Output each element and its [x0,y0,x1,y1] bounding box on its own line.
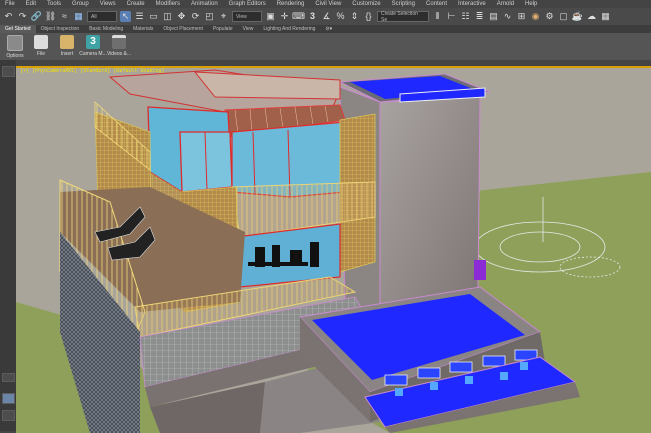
file-icon [34,35,48,49]
pivot-icon[interactable]: ▣ [265,11,276,22]
keyboard-shortcut-icon[interactable]: ⌨ [292,11,305,22]
options-label: Options [6,53,24,59]
expand-arrow-icon[interactable] [2,373,15,382]
ribbon-options-toggle-icon[interactable]: ⊙▾ [320,25,337,33]
ribbon-tabs: Get Started Object Inspection Basic Mode… [0,25,651,33]
menu-file[interactable]: File [0,0,21,8]
redo-icon[interactable]: ↷ [17,11,28,22]
edit-named-selection-icon[interactable]: {} [363,11,374,22]
place-icon[interactable]: ⌖ [218,11,229,22]
select-move-icon[interactable]: ✥ [176,11,187,22]
menu-rendering[interactable]: Rendering [272,0,311,8]
autodesk-a360-gallery-icon[interactable]: ▦ [600,11,611,22]
mirror-icon[interactable]: ⫴ [432,11,443,22]
menu-arnold[interactable]: Arnold [492,0,520,8]
main-toolbar: ↶ ↷ 🔗 ⛓ ≈ ▦ All ↖ ☰ ▭ ◫ ✥ ⟳ ◰ ⌖ View ▣ ✛… [0,8,651,25]
file-label: File [36,51,46,57]
selection-filter-value: All [91,13,97,20]
toggle-scene-explorer-icon[interactable]: ☷ [460,11,471,22]
ribbon-panel: Options File Insert 3 Camera M... Videos… [0,33,651,60]
named-selection-set-value: Create Selection Se [381,10,418,23]
window-crossing-icon[interactable]: ◫ [162,11,173,22]
material-editor-icon[interactable]: ◉ [530,11,541,22]
link-icon[interactable]: 🔗 [31,11,42,22]
selection-filter-icon[interactable]: ▦ [73,11,84,22]
camera-match-icon: 3 [86,35,100,49]
tab-lighting-and-rendering[interactable]: Lighting And Rendering [258,25,320,33]
selection-filter-dropdown[interactable]: All [87,11,117,22]
tab-get-started[interactable]: Get Started [0,25,36,33]
menu-graph-editors[interactable]: Graph Editors [224,0,272,8]
videos-label: Videos &... [106,51,132,57]
snaps-toggle-icon[interactable]: 3 [307,11,318,22]
film-clapper-icon [112,35,126,49]
perspective-viewport[interactable] [16,66,651,433]
menu-civil-view[interactable]: Civil View [310,0,347,8]
menu-help[interactable]: Help [520,0,543,8]
options-button[interactable]: Options [2,33,28,59]
angle-snap-icon[interactable]: ∡ [321,11,332,22]
reference-coordinate-value: View [236,13,247,20]
insert-icon [60,35,74,49]
scene-render [16,68,651,433]
tab-object-placement[interactable]: Object Placement [158,25,207,33]
insert-label: Insert [60,51,74,57]
named-selection-set-dropdown[interactable]: Create Selection Se [377,10,429,23]
manipulate-icon[interactable]: ✛ [279,11,290,22]
menu-scripting[interactable]: Scripting [387,0,421,8]
menu-interactive[interactable]: Interactive [453,0,492,8]
select-rotate-icon[interactable]: ⟳ [190,11,201,22]
menu-group[interactable]: Group [67,0,95,8]
tab-object-inspection[interactable]: Object Inspection [36,25,85,33]
viewport-layout-tab[interactable] [2,66,15,77]
menu-content[interactable]: Content [421,0,453,8]
percent-snap-icon[interactable]: % [335,11,346,22]
align-icon[interactable]: ⊢ [446,11,457,22]
unlink-icon[interactable]: ⛓ [45,11,56,22]
spinner-snap-icon[interactable]: ⇕ [349,11,360,22]
render-production-icon[interactable]: ☕ [572,11,583,22]
insert-button[interactable]: Insert [54,33,80,59]
toggle-ribbon-icon[interactable]: ▤ [488,11,499,22]
options-icon [7,35,23,51]
tab-basic-modeling[interactable]: Basic Modeling [84,25,128,33]
layout-thumbnail-1[interactable] [2,393,15,404]
select-object-icon[interactable]: ↖ [120,11,131,22]
layout-thumbnail-2[interactable] [2,410,15,421]
videos-button[interactable]: Videos &... [106,33,132,59]
toggle-layer-explorer-icon[interactable]: ≣ [474,11,485,22]
render-setup-icon[interactable]: ⚙ [544,11,555,22]
render-in-cloud-icon[interactable]: ☁ [586,11,597,22]
select-by-name-icon[interactable]: ☰ [134,11,145,22]
camera-match-button[interactable]: 3 Camera M... [79,33,107,59]
menu-tools[interactable]: Tools [42,0,67,8]
tab-materials[interactable]: Materials [128,25,158,33]
menu-views[interactable]: Views [95,0,122,8]
tab-populate[interactable]: Populate [208,25,238,33]
camera-match-label: Camera M... [79,51,107,57]
bind-space-warp-icon[interactable]: ≈ [59,11,70,22]
menu-animation[interactable]: Animation [186,0,224,8]
tab-view[interactable]: View [238,25,259,33]
menu-edit[interactable]: Edit [21,0,42,8]
rectangular-selection-icon[interactable]: ▭ [148,11,159,22]
reference-coordinate-dropdown[interactable]: View [232,11,262,22]
rendered-frame-window-icon[interactable]: ▢ [558,11,569,22]
menu-create[interactable]: Create [122,0,151,8]
helper-object[interactable] [474,260,486,280]
left-side-bar [0,60,16,431]
curve-editor-icon[interactable]: ∿ [502,11,513,22]
viewport-label[interactable]: [+] [PhysCamera001] [Standard] [Default … [20,68,165,74]
select-scale-icon[interactable]: ◰ [204,11,215,22]
menu-customize[interactable]: Customize [347,0,386,8]
schematic-view-icon[interactable]: ⊞ [516,11,527,22]
menu-bar: File Edit Tools Group Views Create Modif… [0,0,651,8]
menu-modifiers[interactable]: Modifiers [151,0,186,8]
file-button[interactable]: File [28,33,54,59]
undo-icon[interactable]: ↶ [3,11,14,22]
